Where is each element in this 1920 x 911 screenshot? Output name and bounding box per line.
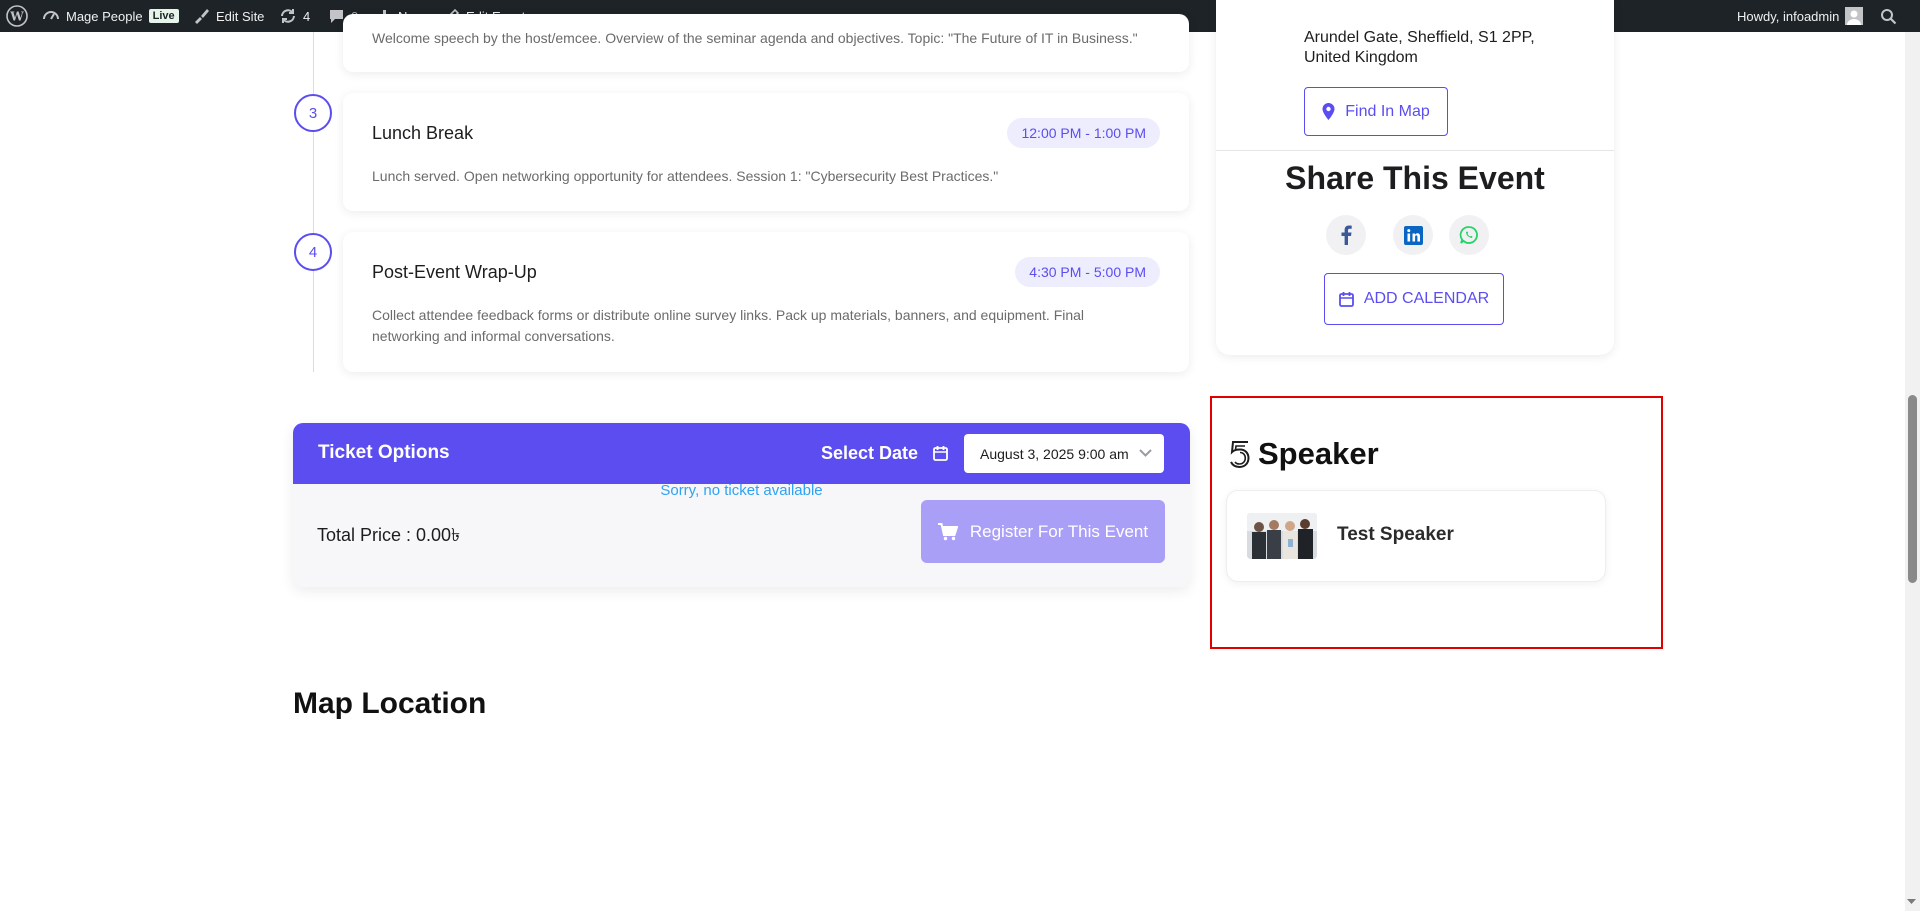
divider bbox=[1216, 150, 1614, 151]
whatsapp-share-button[interactable] bbox=[1449, 215, 1489, 255]
ticket-header: Ticket Options Select Date August 3, 202… bbox=[293, 423, 1190, 484]
add-calendar-label: ADD CALENDAR bbox=[1363, 290, 1490, 307]
linkedin-icon bbox=[1403, 225, 1423, 245]
updates-count: 4 bbox=[303, 8, 311, 24]
no-ticket-message: Sorry, no ticket available bbox=[660, 482, 823, 499]
speaker-photo bbox=[1247, 513, 1317, 559]
address-line-2: United Kingdom bbox=[1304, 49, 1418, 66]
edit-site-link[interactable]: Edit Site bbox=[192, 0, 264, 32]
brush-icon bbox=[195, 9, 209, 24]
account-menu[interactable]: Howdy, infoadmin bbox=[1737, 0, 1864, 32]
site-name-link[interactable]: Mage People Live bbox=[42, 0, 179, 32]
time-badge: 12:00 PM - 1:00 PM bbox=[1007, 118, 1160, 148]
avatar bbox=[1845, 7, 1864, 25]
speaker-heading-text: Speaker bbox=[1258, 436, 1379, 471]
ticket-options-box: Ticket Options Select Date August 3, 202… bbox=[293, 423, 1190, 587]
find-in-map-button[interactable]: Find In Map bbox=[1304, 87, 1448, 136]
chevron-down-icon bbox=[1139, 449, 1152, 457]
wordpress-logo-icon[interactable]: W bbox=[6, 0, 28, 32]
updates-link[interactable]: 4 bbox=[279, 0, 310, 32]
select-date-label: Select Date bbox=[821, 443, 919, 463]
speaker-name: Test Speaker bbox=[1337, 524, 1454, 545]
facebook-share-button[interactable] bbox=[1326, 215, 1366, 255]
agenda-number-3: 3 bbox=[294, 94, 332, 132]
agenda-number-4: 4 bbox=[294, 233, 332, 271]
edit-site-label: Edit Site bbox=[216, 8, 265, 24]
selected-date: August 3, 2025 9:00 am bbox=[980, 445, 1129, 462]
live-badge: Live bbox=[148, 9, 179, 23]
whatsapp-icon bbox=[1459, 226, 1478, 244]
map-pin-icon bbox=[1322, 103, 1335, 120]
ticket-title: Ticket Options bbox=[318, 442, 450, 463]
event-sidebar-card: Arundel Gate, Sheffield, S1 2PP, United … bbox=[1216, 0, 1614, 355]
agenda-title: Lunch Break bbox=[372, 123, 474, 143]
register-label: Register For This Event bbox=[969, 521, 1149, 541]
updates-icon bbox=[281, 9, 295, 23]
agenda-card-3: Lunch Break 12:00 PM - 1:00 PM Lunch ser… bbox=[343, 93, 1189, 211]
howdy-text: Howdy, infoadmin bbox=[1737, 8, 1840, 24]
agenda-title: Post-Event Wrap-Up bbox=[372, 262, 537, 282]
map-location-heading: Map Location bbox=[293, 687, 487, 720]
register-button[interactable]: Register For This Event bbox=[921, 500, 1165, 563]
cart-icon bbox=[937, 522, 958, 540]
agenda-card-4: Post-Event Wrap-Up 4:30 PM - 5:00 PM Col… bbox=[343, 232, 1189, 372]
agenda-desc: Collect attendee feedback forms or distr… bbox=[372, 307, 1085, 344]
scrollbar-thumb[interactable] bbox=[1908, 395, 1917, 583]
scroll-down-arrow-icon[interactable] bbox=[1906, 898, 1917, 906]
speaker-heading: Speaker bbox=[1228, 436, 1379, 472]
address-line-1: Arundel Gate, Sheffield, S1 2PP, bbox=[1304, 29, 1535, 46]
timeline-line bbox=[313, 32, 314, 372]
site-name: Mage People bbox=[66, 8, 143, 24]
agenda-card-2: Welcome speech by the host/emcee. Overvi… bbox=[343, 14, 1189, 72]
date-select[interactable]: August 3, 2025 9:00 am bbox=[964, 434, 1164, 473]
address: Arundel Gate, Sheffield, S1 2PP, United … bbox=[1304, 28, 1535, 68]
search-icon[interactable] bbox=[1880, 0, 1897, 32]
linkedin-share-button[interactable] bbox=[1393, 215, 1433, 255]
calendar-icon bbox=[933, 446, 948, 461]
total-price: Total Price : 0.00৳ bbox=[317, 525, 461, 545]
speaker-icon bbox=[1230, 441, 1250, 469]
time-badge: 4:30 PM - 5:00 PM bbox=[1015, 257, 1160, 287]
calendar-icon bbox=[1338, 292, 1354, 307]
agenda-desc: Lunch served. Open networking opportunit… bbox=[372, 168, 999, 184]
share-title: Share This Event bbox=[1285, 160, 1545, 196]
speaker-card[interactable]: Test Speaker bbox=[1226, 490, 1606, 582]
find-in-map-label: Find In Map bbox=[1345, 102, 1430, 120]
dashboard-icon bbox=[43, 11, 59, 20]
facebook-icon bbox=[1341, 225, 1352, 245]
svg-text:W: W bbox=[9, 10, 24, 24]
agenda-desc-2: Welcome speech by the host/emcee. Overvi… bbox=[372, 30, 1138, 46]
add-calendar-button[interactable]: ADD CALENDAR bbox=[1324, 273, 1504, 325]
